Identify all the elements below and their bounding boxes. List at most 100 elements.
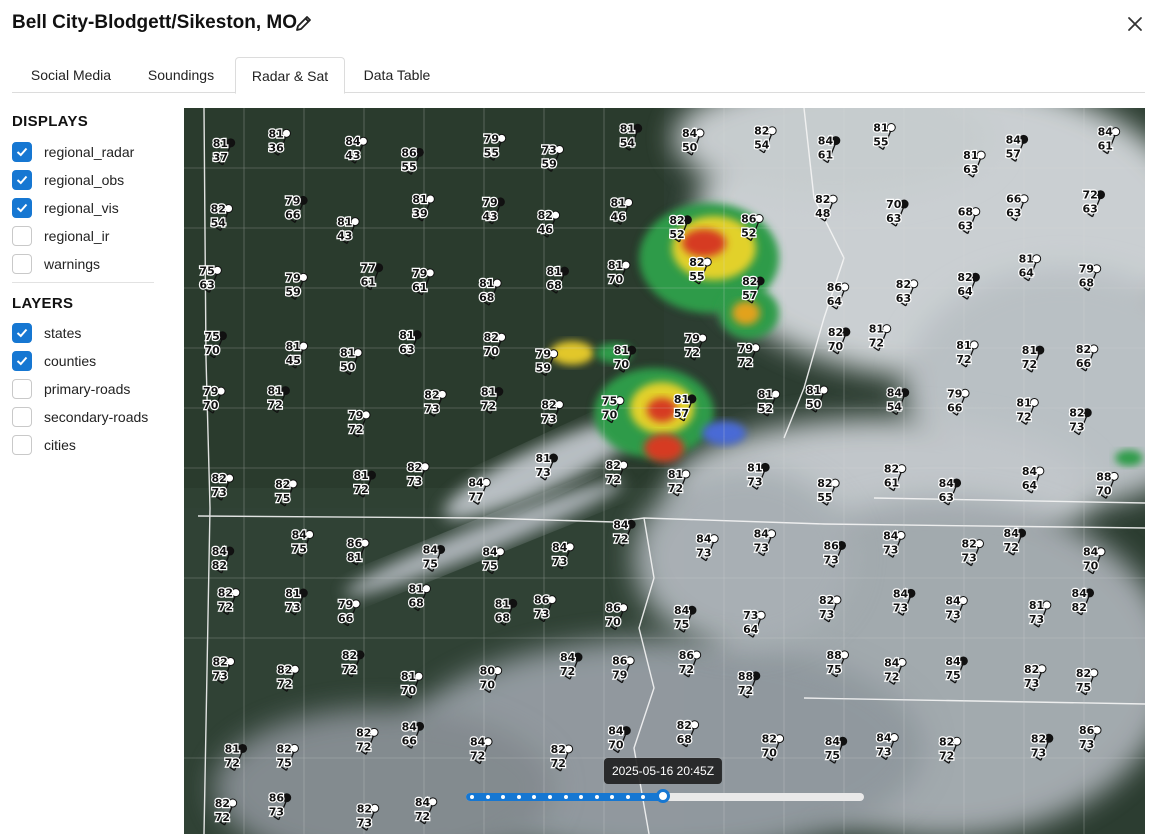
- station-dewpoint: 75: [945, 669, 960, 682]
- station-temperature: 86: [679, 649, 695, 662]
- station-dewpoint: 73: [1024, 677, 1039, 690]
- station-dewpoint: 72: [939, 749, 954, 762]
- station-dewpoint: 63: [399, 343, 414, 356]
- station-dewpoint: 68: [677, 733, 692, 746]
- station-temperature: 84: [887, 387, 903, 400]
- station-dewpoint: 52: [758, 402, 773, 415]
- station-temperature: 86: [827, 281, 843, 294]
- station-temperature: 82: [689, 256, 704, 269]
- station-temperature: 82: [1024, 663, 1039, 676]
- station-dewpoint: 73: [212, 486, 227, 499]
- station-dewpoint: 66: [338, 612, 354, 625]
- close-icon[interactable]: [1125, 14, 1145, 34]
- radar-satellite-map[interactable]: 81 37 81 36 84 43 86 55 79 55 73 59 81 54 84 50 82 54 84 61…: [184, 108, 1145, 834]
- station-temperature: 82: [218, 587, 233, 600]
- tab-soundings[interactable]: Soundings: [134, 57, 228, 93]
- timeline-frame-dot[interactable]: [547, 795, 552, 799]
- pencil-icon[interactable]: [294, 13, 314, 33]
- station-temperature: 81: [747, 461, 762, 474]
- timeline-frame-dot[interactable]: [563, 795, 568, 799]
- station-dewpoint: 75: [292, 542, 307, 555]
- station-dewpoint: 70: [762, 747, 778, 760]
- checkbox[interactable]: [12, 226, 32, 246]
- checkbox[interactable]: [12, 254, 32, 274]
- layer-option-secondary-roads[interactable]: secondary-roads: [12, 406, 162, 428]
- station-temperature: 81: [806, 384, 821, 397]
- display-option-regional-radar[interactable]: regional_radar: [12, 141, 162, 163]
- station-dewpoint: 75: [825, 749, 840, 762]
- layer-option-counties[interactable]: counties: [12, 350, 162, 372]
- station-temperature: 86: [741, 213, 757, 226]
- station-temperature: 84: [1083, 546, 1099, 559]
- station-dewpoint: 61: [361, 276, 376, 289]
- station-temperature: 86: [824, 539, 840, 552]
- checkbox[interactable]: [12, 170, 32, 190]
- station-temperature: 81: [412, 193, 427, 206]
- station-temperature: 86: [269, 792, 285, 805]
- station-temperature: 79: [348, 409, 363, 422]
- station-dewpoint: 37: [213, 151, 228, 164]
- station-dewpoint: 54: [754, 139, 770, 152]
- station-temperature: 82: [762, 733, 777, 746]
- timeline-frame-dot[interactable]: [485, 795, 490, 799]
- station-dewpoint: 45: [286, 354, 301, 367]
- station-temperature: 81: [286, 340, 301, 353]
- option-label: cities: [44, 437, 76, 453]
- station-temperature: 81: [1016, 396, 1031, 409]
- station-dewpoint: 48: [815, 207, 830, 220]
- checkbox[interactable]: [12, 379, 32, 399]
- station-dewpoint: 75: [276, 756, 291, 769]
- display-option-regional-vis[interactable]: regional_vis: [12, 197, 162, 219]
- checkbox[interactable]: [12, 351, 32, 371]
- station-temperature: 82: [484, 331, 499, 344]
- station-temperature: 82: [275, 478, 290, 491]
- display-option-regional-ir[interactable]: regional_ir: [12, 225, 162, 247]
- station-temperature: 86: [347, 537, 363, 550]
- check-icon: [16, 356, 28, 366]
- station-dewpoint: 73: [876, 746, 891, 759]
- display-option-regional-obs[interactable]: regional_obs: [12, 169, 162, 191]
- station-dewpoint: 52: [741, 227, 756, 240]
- station-temperature: 84: [345, 135, 361, 148]
- checkbox[interactable]: [12, 198, 32, 218]
- timeline-frame-dot[interactable]: [594, 795, 599, 799]
- tab-data-table[interactable]: Data Table: [352, 57, 442, 93]
- station-temperature: 84: [423, 543, 439, 556]
- dialog-header: Bell City-Blodgett/Sikeston, MO: [0, 0, 1159, 50]
- timeline-frame-dot[interactable]: [625, 795, 630, 799]
- station-dewpoint: 61: [884, 477, 899, 490]
- displays-heading: DISPLAYS: [12, 113, 89, 130]
- timeline-thumb[interactable]: [656, 789, 670, 803]
- station-dewpoint: 43: [482, 210, 497, 223]
- station-temperature: 81: [873, 122, 888, 135]
- checkbox[interactable]: [12, 142, 32, 162]
- station-dewpoint: 68: [495, 611, 510, 624]
- station-dewpoint: 73: [357, 816, 372, 829]
- layer-option-primary-roads[interactable]: primary-roads: [12, 378, 162, 400]
- station-dewpoint: 50: [682, 141, 698, 154]
- station-dewpoint: 39: [412, 207, 427, 220]
- station-temperature: 82: [551, 743, 566, 756]
- station-temperature: 77: [361, 262, 376, 275]
- timeline-frame-dot[interactable]: [470, 795, 474, 799]
- timeline-frame-dot[interactable]: [516, 795, 521, 799]
- station-dewpoint: 66: [285, 208, 301, 221]
- display-option-warnings[interactable]: warnings: [12, 253, 162, 275]
- tab-social-media[interactable]: Social Media: [16, 57, 126, 93]
- station-dewpoint: 72: [342, 663, 357, 676]
- station-temperature: 82: [669, 214, 684, 227]
- option-label: regional_ir: [44, 228, 110, 244]
- layer-option-states[interactable]: states: [12, 322, 162, 344]
- station-dewpoint: 70: [614, 358, 630, 371]
- station-dewpoint: 73: [893, 601, 908, 614]
- layer-option-cities[interactable]: cities: [12, 434, 162, 456]
- station-temperature: 81: [620, 122, 635, 135]
- station-dewpoint: 70: [606, 616, 622, 629]
- station-dewpoint: 68: [1079, 277, 1094, 290]
- checkbox[interactable]: [12, 407, 32, 427]
- checkbox[interactable]: [12, 323, 32, 343]
- checkbox[interactable]: [12, 435, 32, 455]
- tab-radar-sat[interactable]: Radar & Sat: [235, 57, 345, 94]
- station-temperature: 79: [285, 271, 300, 284]
- station-dewpoint: 73: [945, 609, 960, 622]
